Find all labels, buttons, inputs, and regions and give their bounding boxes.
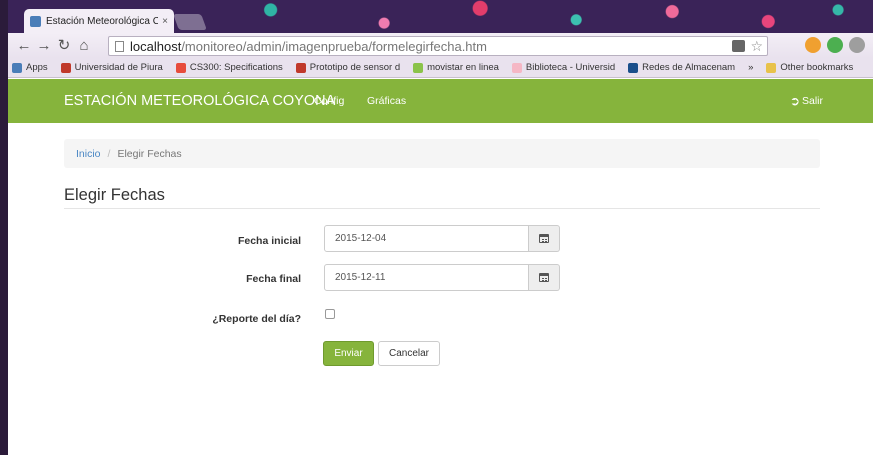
calendar-icon xyxy=(539,273,549,282)
new-tab-button[interactable] xyxy=(173,14,207,30)
url-host: localhost xyxy=(130,38,182,54)
fecha-inicial-input[interactable] xyxy=(324,225,529,252)
main-content: Inicio / Elegir Fechas Elegir Fechas Fec… xyxy=(8,123,873,455)
bookmark-label: Prototipo de sensor d xyxy=(309,62,401,73)
bookmark-item[interactable]: movistar en linea xyxy=(413,62,499,73)
bookmark-item[interactable]: Biblioteca - Universid xyxy=(511,62,616,73)
window-edge xyxy=(0,0,8,455)
sign-out-icon: ➲ xyxy=(789,94,800,108)
calendar-icon xyxy=(539,234,549,243)
folder-icon xyxy=(766,62,777,73)
bookmark-favicon-icon xyxy=(413,62,424,73)
back-arrow-icon[interactable]: ← xyxy=(14,33,34,58)
brand-title[interactable]: ESTACIÓN METEOROLÓGICA COYONA xyxy=(64,79,335,123)
home-icon[interactable]: ⌂ xyxy=(74,33,94,58)
bookmark-star-icon[interactable]: ☆ xyxy=(750,38,763,55)
bookmark-label: CS300: Specifications xyxy=(189,62,283,73)
bookmark-favicon-icon xyxy=(175,62,186,73)
bookmark-favicon-icon xyxy=(60,62,71,73)
page-title: Elegir Fechas xyxy=(64,186,165,204)
bookmark-label: movistar en linea xyxy=(427,62,499,73)
bookmark-label: Redes de Almacenam xyxy=(642,62,736,73)
enviar-button[interactable]: Enviar xyxy=(323,341,374,366)
tab-title: Estación Meteorológica C xyxy=(46,15,159,27)
bookmark-item[interactable]: Prototipo de sensor d xyxy=(295,62,401,73)
url-path: /monitoreo/admin/imagenprueba/formelegir… xyxy=(181,38,487,54)
app-navbar: ESTACIÓN METEOROLÓGICA COYONA Config Grá… xyxy=(8,79,873,123)
extension-icons xyxy=(805,37,865,53)
breadcrumb: Inicio / Elegir Fechas xyxy=(64,139,820,168)
apps-icon xyxy=(12,62,22,73)
reload-icon[interactable]: ↻ xyxy=(54,33,74,58)
fecha-final-label: Fecha final xyxy=(246,273,301,285)
bookmark-favicon-icon xyxy=(511,62,522,73)
bookmarks-more[interactable]: » xyxy=(748,62,753,73)
browser-titlebar: Estación Meteorológica C × xyxy=(0,0,873,33)
tab-favicon-icon xyxy=(30,15,41,27)
extension-icon[interactable] xyxy=(827,37,843,53)
page-icon xyxy=(115,40,124,52)
translate-icon[interactable] xyxy=(732,40,745,52)
fecha-final-input[interactable] xyxy=(324,264,529,291)
nav-link-graficas[interactable]: Gráficas xyxy=(367,79,406,123)
title-divider xyxy=(64,208,820,209)
bookmark-favicon-icon xyxy=(295,62,306,73)
nav-link-config[interactable]: Config xyxy=(314,79,344,123)
logout-link[interactable]: ➲ Salir xyxy=(790,79,823,123)
other-bookmarks[interactable]: Other bookmarks xyxy=(766,62,853,73)
breadcrumb-current: Elegir Fechas xyxy=(117,147,182,160)
fecha-final-calendar-button[interactable] xyxy=(529,264,560,291)
bookmark-label: Universidad de Piura xyxy=(74,62,163,73)
reporte-dia-checkbox[interactable] xyxy=(325,309,335,319)
bookmarks-bar: Apps Universidad de Piura CS300: Specifi… xyxy=(0,58,873,78)
bookmark-label: Biblioteca - Universid xyxy=(525,62,616,73)
fecha-inicial-group xyxy=(324,225,560,252)
bookmark-item[interactable]: Redes de Almacenam xyxy=(628,62,735,73)
tab-close-icon[interactable]: × xyxy=(162,16,168,27)
fecha-final-group xyxy=(324,264,560,291)
reporte-dia-label: ¿Reporte del día? xyxy=(212,313,301,325)
address-bar[interactable]: localhost/monitoreo/admin/imagenprueba/f… xyxy=(108,36,768,56)
breadcrumb-home-link[interactable]: Inicio xyxy=(76,148,101,160)
bookmark-item[interactable]: Apps xyxy=(12,62,48,73)
bookmark-item[interactable]: Universidad de Piura xyxy=(60,62,163,73)
bookmark-item[interactable]: CS300: Specifications xyxy=(175,62,283,73)
bookmark-label: Apps xyxy=(26,62,48,73)
bookmark-favicon-icon xyxy=(628,62,639,73)
menu-icon[interactable] xyxy=(849,37,865,53)
logout-label: Salir xyxy=(801,95,823,107)
browser-tab[interactable]: Estación Meteorológica C × xyxy=(24,9,174,33)
breadcrumb-separator: / xyxy=(107,147,111,160)
fecha-inicial-calendar-button[interactable] xyxy=(529,225,560,252)
bookmarks-more-label: » xyxy=(748,62,754,73)
extension-icon[interactable] xyxy=(805,37,821,53)
forward-arrow-icon[interactable]: → xyxy=(34,33,54,58)
fecha-inicial-label: Fecha inicial xyxy=(237,235,301,247)
cancelar-button[interactable]: Cancelar xyxy=(378,341,440,366)
other-bookmarks-label: Other bookmarks xyxy=(780,62,854,73)
